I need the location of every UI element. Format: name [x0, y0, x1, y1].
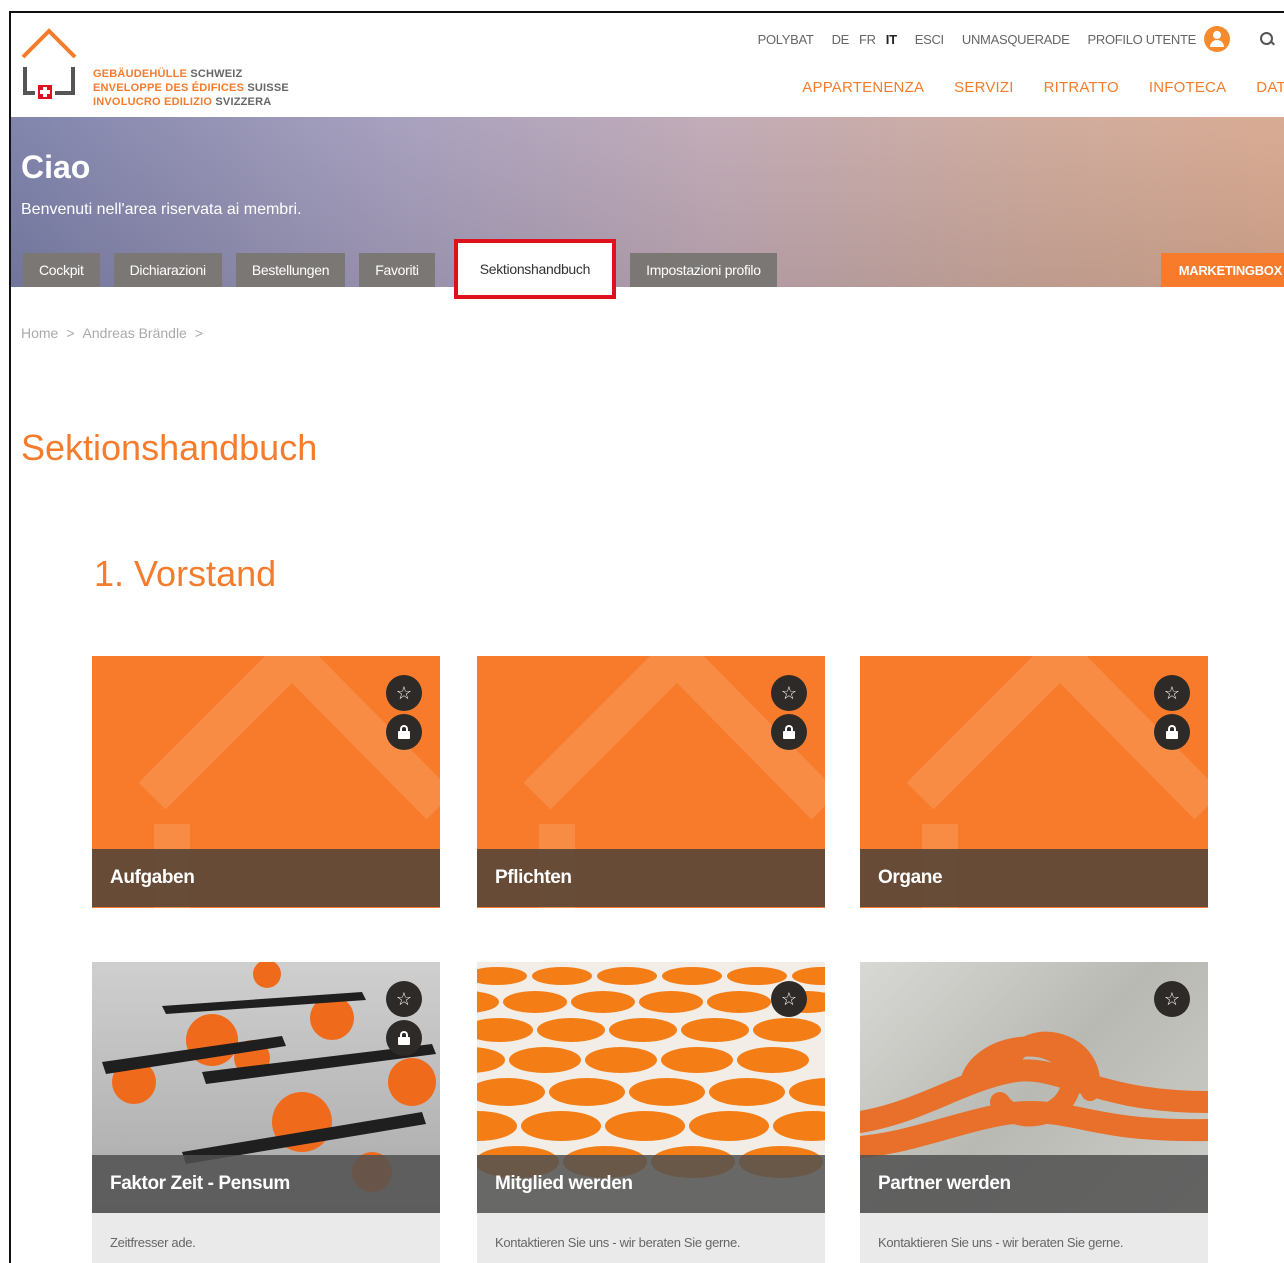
- tab-bestellungen[interactable]: Bestellungen: [235, 253, 346, 287]
- breadcrumb: Home > Andreas Brändle >: [21, 325, 203, 341]
- marketingbox-button[interactable]: MARKETINGBOX: [1160, 253, 1284, 287]
- nav-date[interactable]: DATE: [1256, 79, 1284, 96]
- main-nav: APPARTENENZA SERVIZI RITRATTO INFOTECA D…: [772, 79, 1284, 96]
- nav-servizi[interactable]: SERVIZI: [954, 79, 1013, 96]
- card-title: Pflichten: [477, 849, 825, 907]
- breadcrumb-home[interactable]: Home: [21, 325, 58, 341]
- card-title: Mitglied werden: [477, 1155, 825, 1213]
- card-title: Organe: [860, 849, 1208, 907]
- card-title: Faktor Zeit - Pensum: [92, 1155, 440, 1213]
- card-description: Kontaktieren Sie uns - wir beraten Sie g…: [860, 1213, 1208, 1263]
- card-partner-werden[interactable]: ☆ Partner werden Kontaktieren Sie uns - …: [860, 962, 1208, 1263]
- browser-page: GEBÄUDEHÜLLE SCHWEIZ ENVELOPPE DES ÉDIFI…: [9, 11, 1284, 1263]
- card-organe[interactable]: ☆ Organe: [860, 656, 1208, 908]
- utility-nav: POLYBAT DE FR IT ESCI UNMASQUERADE PROFI…: [740, 26, 1284, 52]
- favorite-star-icon[interactable]: ☆: [386, 675, 422, 711]
- tab-sektionshandbuch[interactable]: Sektionshandbuch: [453, 239, 617, 299]
- section-title: 1. Vorstand: [94, 553, 277, 594]
- search-icon[interactable]: [1260, 32, 1274, 46]
- breadcrumb-separator: >: [66, 325, 75, 341]
- lock-icon: [771, 714, 807, 750]
- card-description: Zeitfresser ade.: [92, 1213, 440, 1263]
- member-hero-banner: Ciao Benvenuti nell'area riservata ai me…: [11, 117, 1284, 299]
- user-avatar-icon[interactable]: [1204, 26, 1230, 52]
- lock-icon: [386, 714, 422, 750]
- card-mitglied-werden[interactable]: ☆ Mitglied werden Kontaktieren Sie uns -…: [477, 962, 825, 1263]
- lock-icon: [386, 1020, 422, 1056]
- card-faktor-zeit[interactable]: ☆ Faktor Zeit - Pensum Zeitfresser ade.: [92, 962, 440, 1263]
- nav-ritratto[interactable]: RITRATTO: [1044, 79, 1119, 96]
- polybat-link[interactable]: POLYBAT: [758, 32, 814, 47]
- tab-impostazioni-profilo[interactable]: Impostazioni profilo: [630, 253, 777, 287]
- tab-sektionshandbuch-label: Sektionshandbuch: [479, 261, 591, 277]
- favorite-star-icon[interactable]: ☆: [1154, 981, 1190, 1017]
- member-tabs: Cockpit Dichiarazioni Bestellungen Favor…: [23, 239, 791, 299]
- language-switcher: DE FR IT: [832, 32, 897, 47]
- hero-subtitle: Benvenuti nell'area riservata ai membri.: [21, 201, 302, 218]
- card-aufgaben[interactable]: ☆ Aufgaben: [92, 656, 440, 908]
- unmasquerade-link[interactable]: UNMASQUERADE: [962, 32, 1070, 47]
- tab-dichiarazioni[interactable]: Dichiarazioni: [113, 253, 222, 287]
- nav-infoteca[interactable]: INFOTECA: [1149, 79, 1226, 96]
- lang-it-link[interactable]: IT: [886, 32, 897, 47]
- house-logo-icon: [21, 28, 77, 99]
- lang-de-link[interactable]: DE: [832, 32, 850, 47]
- site-logo[interactable]: GEBÄUDEHÜLLE SCHWEIZ ENVELOPPE DES ÉDIFI…: [21, 27, 301, 108]
- tab-cockpit[interactable]: Cockpit: [23, 253, 100, 287]
- site-header: GEBÄUDEHÜLLE SCHWEIZ ENVELOPPE DES ÉDIFI…: [11, 13, 1284, 117]
- lang-fr-link[interactable]: FR: [859, 32, 876, 47]
- logo-wordmark: GEBÄUDEHÜLLE SCHWEIZ ENVELOPPE DES ÉDIFI…: [93, 68, 289, 108]
- logout-link[interactable]: ESCI: [915, 32, 944, 47]
- card-title: Partner werden: [860, 1155, 1208, 1213]
- favorite-star-icon[interactable]: ☆: [771, 981, 807, 1017]
- nav-appartenenza[interactable]: APPARTENENZA: [802, 79, 924, 96]
- favorite-star-icon[interactable]: ☆: [386, 981, 422, 1017]
- card-title: Aufgaben: [92, 849, 440, 907]
- profile-link[interactable]: PROFILO UTENTE: [1088, 32, 1197, 47]
- favorite-star-icon[interactable]: ☆: [1154, 675, 1190, 711]
- hero-title: Ciao: [21, 149, 91, 185]
- favorite-star-icon[interactable]: ☆: [771, 675, 807, 711]
- tab-favoriti[interactable]: Favoriti: [359, 253, 435, 287]
- breadcrumb-user[interactable]: Andreas Brändle: [83, 325, 187, 341]
- card-pflichten[interactable]: ☆ Pflichten: [477, 656, 825, 908]
- card-description: Kontaktieren Sie uns - wir beraten Sie g…: [477, 1213, 825, 1263]
- breadcrumb-separator: >: [194, 325, 204, 341]
- page-title: Sektionshandbuch: [21, 427, 318, 468]
- lock-icon: [1154, 714, 1190, 750]
